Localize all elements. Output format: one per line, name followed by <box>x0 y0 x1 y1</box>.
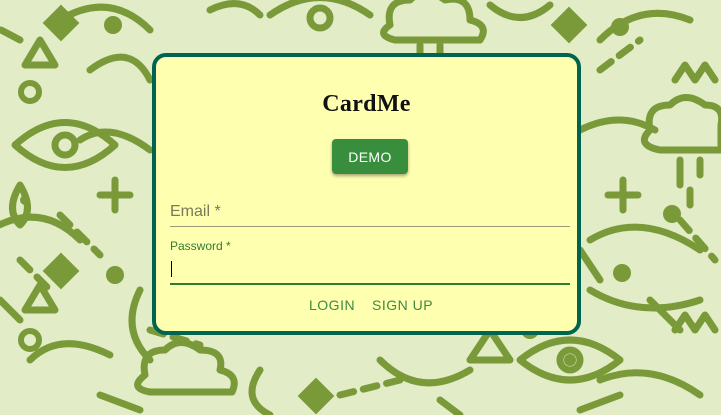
eye-icon <box>51 131 79 159</box>
circle-icon <box>663 205 681 223</box>
password-label: Password * <box>170 239 231 253</box>
plus-icon <box>604 176 642 214</box>
email-underline <box>170 226 570 227</box>
eye-icon <box>576 116 659 134</box>
password-field[interactable]: Password * <box>170 239 570 285</box>
wave-icon <box>486 1 554 21</box>
circle-icon <box>106 266 124 284</box>
text-caret <box>171 261 172 277</box>
circle-icon <box>611 18 629 36</box>
circle-icon <box>104 16 122 34</box>
wave-icon <box>586 286 704 312</box>
wave-icon <box>128 286 154 364</box>
cloud-rain-icon <box>380 0 487 44</box>
wave-icon <box>26 340 114 364</box>
circle-icon <box>20 195 30 205</box>
cloud-rain-icon <box>134 339 238 396</box>
zigzag-icon <box>671 61 719 84</box>
wave-icon <box>86 53 154 84</box>
login-card: CardMe DEMO Email * Password * LOGIN SIG… <box>152 53 581 335</box>
diamond-icon <box>297 377 335 415</box>
login-button[interactable]: LOGIN <box>305 295 359 315</box>
email-label: Email * <box>170 203 221 220</box>
triangle-icon <box>21 36 59 69</box>
signup-button[interactable]: SIGN UP <box>368 295 437 315</box>
wave-icon <box>596 369 704 399</box>
email-field[interactable]: Email * <box>170 197 570 227</box>
password-input[interactable] <box>170 261 570 281</box>
triangle-icon <box>21 281 59 314</box>
wave-icon <box>248 366 274 415</box>
diamond-icon <box>550 6 588 44</box>
demo-button[interactable]: DEMO <box>332 139 408 174</box>
password-underline <box>170 283 570 285</box>
eye-icon <box>306 4 334 32</box>
wave-icon <box>206 0 264 19</box>
cloud-rain-icon <box>640 94 721 154</box>
app-title: CardMe <box>322 91 411 117</box>
circle-icon <box>613 264 631 282</box>
plus-icon <box>96 176 134 214</box>
wave-icon <box>586 223 704 254</box>
